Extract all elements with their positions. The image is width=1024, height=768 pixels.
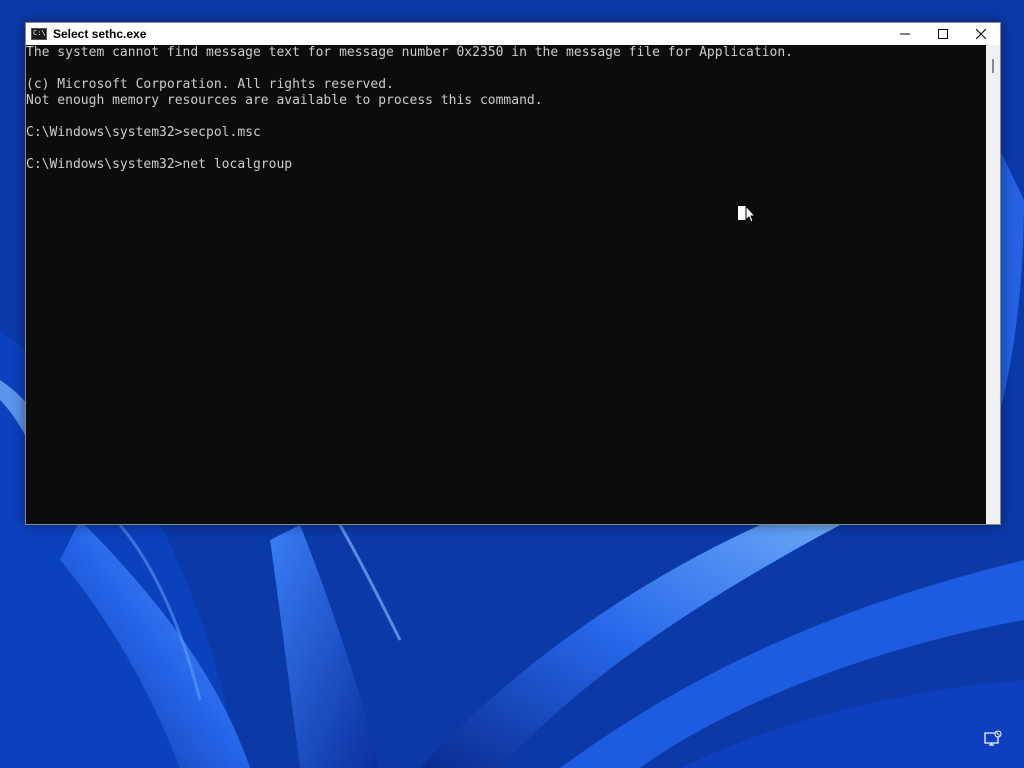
console-line: Not enough memory resources are availabl… (26, 93, 543, 108)
console-output[interactable]: The system cannot find message text for … (26, 45, 986, 524)
network-icon[interactable] (984, 730, 1002, 748)
console-line: The system cannot find message text for … (26, 45, 794, 60)
title-bar[interactable]: Select sethc.exe (26, 23, 1000, 45)
scrollbar-thumb[interactable] (992, 59, 994, 73)
console-input-line[interactable]: C:\Windows\system32>net localgroup (26, 157, 986, 173)
window-title: Select sethc.exe (53, 27, 147, 41)
cmd-icon (31, 27, 47, 40)
console-window[interactable]: Select sethc.exe The system cannot find … (25, 22, 1001, 525)
mouse-pointer-icon (738, 205, 757, 223)
minimize-icon (900, 33, 910, 35)
maximize-icon (938, 29, 948, 39)
maximize-button[interactable] (924, 23, 962, 45)
console-line: (c) Microsoft Corporation. All rights re… (26, 77, 394, 92)
vertical-scrollbar[interactable] (986, 45, 1000, 524)
minimize-button[interactable] (886, 23, 924, 45)
close-icon (976, 29, 986, 39)
console-line: C:\Windows\system32>secpol.msc (26, 125, 261, 140)
close-button[interactable] (962, 23, 1000, 45)
